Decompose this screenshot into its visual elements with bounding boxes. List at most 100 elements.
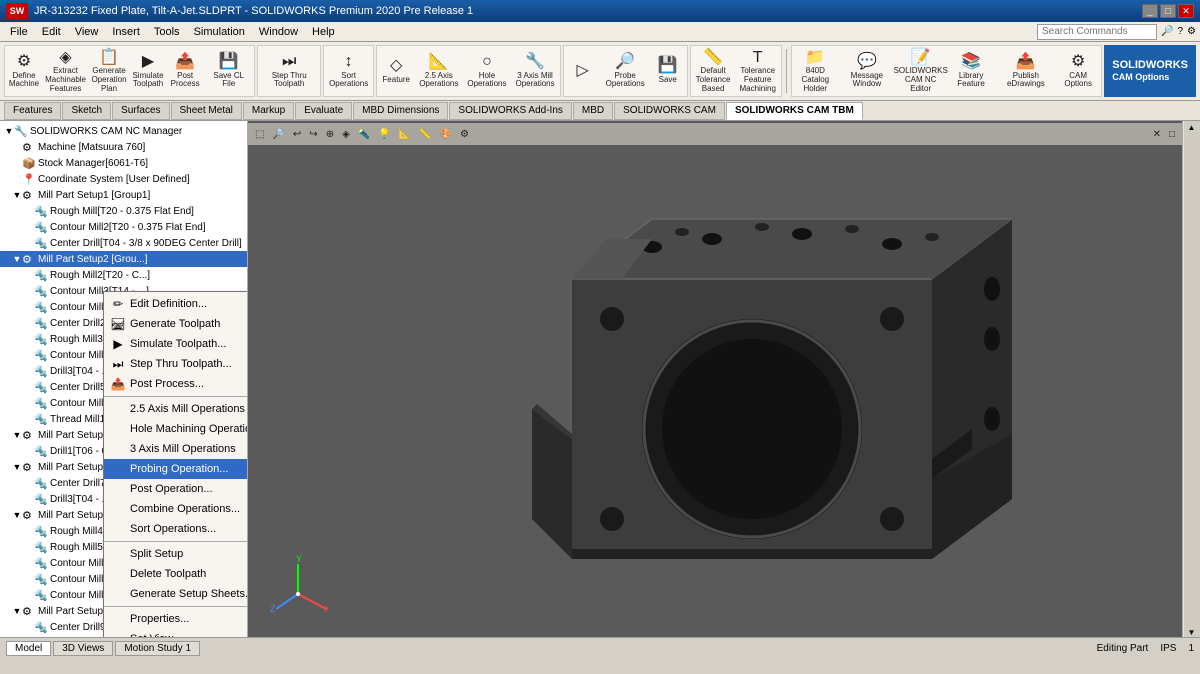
nc-editor-button[interactable]: 📝 SOLIDWORKSCAM NC Editor (896, 48, 946, 94)
tree-root[interactable]: ▼ 🔧 SOLIDWORKS CAM NC Manager (0, 123, 247, 139)
tree-setup2[interactable]: ▼ ⚙ Mill Part Setup2 [Grou...] (0, 251, 247, 267)
post-process-button[interactable]: 📤 PostProcess (167, 48, 203, 94)
tab-sheet-metal[interactable]: Sheet Metal (171, 102, 242, 120)
define-machine-button[interactable]: ⚙ DefineMachine (6, 48, 42, 94)
vp-btn7[interactable]: 🔦 (355, 128, 373, 141)
viewport[interactable]: ⬚ 🔎 ↩ ↪ ⊕ ◈ 🔦 💡 📐 📏 🎨 ⚙ ✕ □ (248, 121, 1182, 637)
tree-coord[interactable]: 📍 Coordinate System [User Defined] (0, 171, 247, 187)
coord-label: Coordinate System [User Defined] (38, 174, 190, 185)
probe-button[interactable]: 🔎 ProbeOperations (602, 48, 649, 94)
ctx-step-toolpath[interactable]: ⏭ Step Thru Toolpath... (104, 354, 248, 374)
ctx-del-toolpath[interactable]: Delete Toolpath (104, 564, 248, 584)
vp-max-btn[interactable]: □ (1166, 128, 1178, 141)
minimize-button[interactable]: _ (1142, 4, 1158, 18)
save-cl-button[interactable]: 💾 Save CL File (204, 48, 253, 94)
ctx-split-setup[interactable]: Split Setup (104, 544, 248, 564)
scroll-up-icon[interactable]: ▲ (1188, 123, 1196, 132)
tree-rough2[interactable]: 🔩 Rough Mill2[T20 - C...] (0, 267, 247, 283)
ctx-sort-ops[interactable]: Sort Operations... (104, 519, 248, 539)
menu-simulation[interactable]: Simulation (188, 23, 251, 41)
status-tab-motion[interactable]: Motion Study 1 (115, 641, 200, 656)
vp-btn2[interactable]: 🔎 (269, 128, 287, 141)
catalog-button[interactable]: 📁 840D CatalogHolder (793, 48, 838, 94)
simulate-toolpath-button[interactable]: ▶ SimulateToolpath (130, 48, 166, 94)
step-thru-button[interactable]: ⏭ Step Thru Toolpath (259, 48, 319, 94)
library-button[interactable]: 📚 Library Feature (946, 48, 995, 94)
menu-insert[interactable]: Insert (106, 23, 146, 41)
ctx-post-process[interactable]: 📤 Post Process... (104, 374, 248, 394)
right-scrollbar[interactable]: ▲ ▼ (1184, 121, 1200, 637)
ctx-set-view[interactable]: Set View ▶ (104, 629, 248, 637)
ctx-axis25[interactable]: 2.5 Axis Mill Operations ▶ (104, 399, 248, 419)
menu-window[interactable]: Window (253, 23, 304, 41)
tab-addins[interactable]: SOLIDWORKS Add-Ins (449, 102, 571, 120)
extract-features-button[interactable]: ◈ ExtractMachinableFeatures (43, 48, 88, 94)
sim2-button[interactable]: ▷ (565, 48, 601, 94)
tab-sketch[interactable]: Sketch (62, 102, 111, 120)
tree-machine[interactable]: ⚙ Machine [Matsuura 760] (0, 139, 247, 155)
tab-features[interactable]: Features (4, 102, 61, 120)
status-tab-model[interactable]: Model (6, 641, 51, 656)
tree-contour2[interactable]: 🔩 Contour Mill2[T20 - 0.375 Flat End] (0, 219, 247, 235)
scroll-down-icon[interactable]: ▼ (1188, 628, 1196, 637)
help-icon[interactable]: ? (1177, 26, 1183, 37)
ctx-properties[interactable]: Properties... (104, 609, 248, 629)
ctx-post-op-label: Post Operation... (130, 483, 213, 495)
tree-setup1[interactable]: ▼ ⚙ Mill Part Setup1 [Group1] (0, 187, 247, 203)
axis3-button[interactable]: 🔧 3 Axis MillOperations (511, 48, 558, 94)
tab-evaluate[interactable]: Evaluate (295, 102, 352, 120)
ctx-sim-toolpath[interactable]: ▶ Simulate Toolpath... (104, 334, 248, 354)
ctx-gen-toolpath[interactable]: 🛤 Generate Toolpath (104, 314, 248, 334)
default-button[interactable]: 📏 DefaultToleranceBased (692, 48, 735, 94)
message-button[interactable]: 💬 Message Window (839, 48, 895, 94)
tab-markup[interactable]: Markup (243, 102, 294, 120)
tab-cam[interactable]: SOLIDWORKS CAM (614, 102, 725, 120)
menu-edit[interactable]: Edit (36, 23, 67, 41)
sort-ops-button[interactable]: ↕ SortOperations (325, 48, 372, 94)
gen-toolpath-icon: 🛤 (110, 317, 126, 331)
settings-icon[interactable]: ⚙ (1187, 26, 1196, 37)
tab-surfaces[interactable]: Surfaces (112, 102, 169, 120)
ctx-hole-ops[interactable]: Hole Machining Operations ▶ (104, 419, 248, 439)
nc-icon: 📝 (911, 49, 931, 67)
ctx-probing[interactable]: Probing Operation... (104, 459, 248, 479)
feature-button[interactable]: ◇ Feature (378, 48, 414, 94)
generate-operation-button[interactable]: 📋 GenerateOperationPlan (89, 48, 129, 94)
vp-btn4[interactable]: ↪ (306, 128, 320, 141)
tree-rough1[interactable]: 🔩 Rough Mill[T20 - 0.375 Flat End] (0, 203, 247, 219)
tab-mbd[interactable]: MBD (573, 102, 613, 120)
cam-options-button[interactable]: ⚙ CAM Options (1056, 48, 1100, 94)
close-button[interactable]: ✕ (1178, 4, 1194, 18)
menu-view[interactable]: View (69, 23, 105, 41)
search-commands-input[interactable] (1037, 24, 1157, 40)
ctx-edit-def[interactable]: ✏ Edit Definition... (104, 294, 248, 314)
tab-cam-tbm[interactable]: SOLIDWORKS CAM TBM (726, 102, 863, 120)
vp-btn3[interactable]: ↩ (290, 128, 304, 141)
tree-stock[interactable]: 📦 Stock Manager[6061-T6] (0, 155, 247, 171)
maximize-button[interactable]: □ (1160, 4, 1176, 18)
vp-btn5[interactable]: ⊕ (323, 128, 337, 141)
vp-btn1[interactable]: ⬚ (252, 128, 267, 141)
rough2-icon: 🔩 (34, 269, 50, 282)
vp-close-btn[interactable]: ✕ (1150, 128, 1164, 141)
status-tab-3dviews[interactable]: 3D Views (53, 641, 113, 656)
axis25-button[interactable]: 📐 2.5 AxisOperations (415, 48, 462, 94)
tab-mbd-dimensions[interactable]: MBD Dimensions (353, 102, 448, 120)
window-controls[interactable]: _ □ ✕ (1142, 4, 1194, 18)
vp-btn8[interactable]: 💡 (375, 128, 393, 141)
ctx-gen-setup[interactable]: Generate Setup Sheets... (104, 584, 248, 604)
vp-btn10[interactable]: 📏 (416, 128, 434, 141)
ctx-combine[interactable]: Combine Operations... (104, 499, 248, 519)
menu-help[interactable]: Help (306, 23, 341, 41)
menu-file[interactable]: File (4, 23, 34, 41)
hole-ops-button[interactable]: ○ HoleOperations (463, 48, 510, 94)
menu-tools[interactable]: Tools (148, 23, 186, 41)
vp-btn6[interactable]: ◈ (339, 128, 353, 141)
edrawings-button[interactable]: 📤 Publish eDrawings (997, 48, 1055, 94)
tree-center1[interactable]: 🔩 Center Drill[T04 - 3/8 x 90DEG Center … (0, 235, 247, 251)
ctx-post-op[interactable]: Post Operation... (104, 479, 248, 499)
vp-btn9[interactable]: 📐 (396, 128, 414, 141)
ctx-axis3[interactable]: 3 Axis Mill Operations ▶ (104, 439, 248, 459)
save-button[interactable]: 💾 Save (650, 48, 686, 94)
tolerance-button[interactable]: T ToleranceFeatureMachining (735, 48, 779, 94)
